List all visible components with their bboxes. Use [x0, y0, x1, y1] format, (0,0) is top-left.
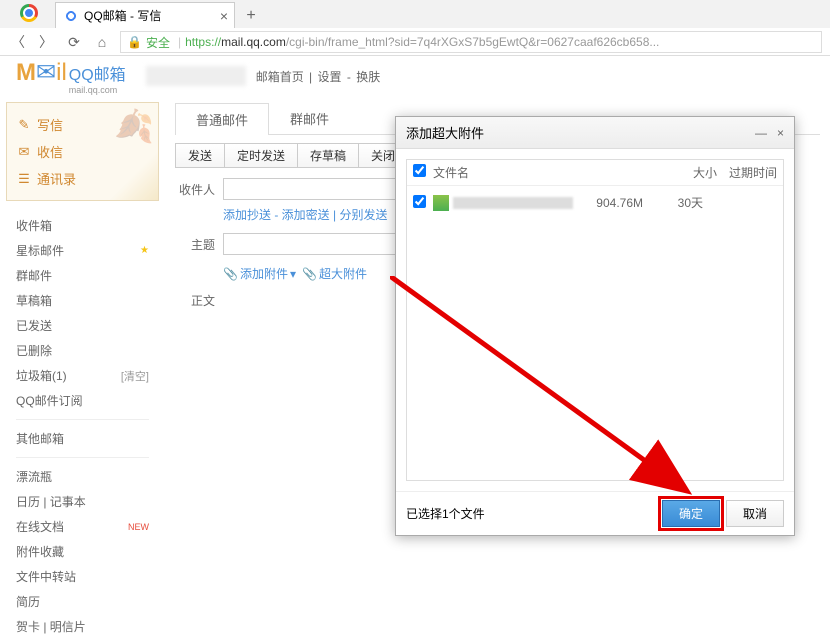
close-icon[interactable]: ×: [777, 126, 784, 140]
tool-resume[interactable]: 简历: [16, 589, 149, 614]
file-row[interactable]: 904.76M 30天: [407, 186, 783, 219]
folder-spam[interactable]: 垃圾箱(1)[清空]: [16, 363, 149, 388]
new-tab-button[interactable]: +: [239, 4, 263, 28]
minimize-icon[interactable]: —: [755, 126, 767, 140]
folder-group[interactable]: 群邮件: [16, 263, 149, 288]
tool-docs[interactable]: 在线文档NEW: [16, 514, 149, 539]
sidebar: 🍂 ✎写信 ✉收信 ☰通讯录 收件箱 星标邮件★ 群邮件 草稿箱 已发送 已删除…: [0, 96, 165, 544]
url-bar[interactable]: 🔒 安全 | https://mail.qq.com/cgi-bin/frame…: [120, 31, 822, 53]
paperclip-icon: 📎: [302, 267, 317, 281]
link-settings[interactable]: 设置: [318, 70, 342, 84]
recipient-label: 收件人: [175, 181, 215, 198]
file-size: 904.76M: [573, 196, 643, 210]
sidebar-primary: 🍂 ✎写信 ✉收信 ☰通讯录: [6, 102, 159, 201]
folder-drafts[interactable]: 草稿箱: [16, 288, 149, 313]
dialog-footer: 已选择1个文件 确定 取消: [396, 491, 794, 535]
user-info-redacted: [146, 66, 246, 86]
dialog-body: 文件名 大小 过期时间 904.76M 30天: [396, 149, 794, 491]
folder-subscribe[interactable]: QQ邮件订阅: [16, 388, 149, 413]
forward-icon[interactable]: 〉: [36, 32, 56, 52]
paperclip-icon: 📎: [223, 267, 238, 281]
nav-bar: 〈 〉 ⟳ ⌂ 🔒 安全 | https://mail.qq.com/cgi-b…: [0, 28, 830, 56]
app-header: M✉il QQ邮箱 mail.qq.com 邮箱首页 | 设置 - 换肤: [0, 56, 830, 96]
list-icon: ☰: [17, 172, 31, 186]
tab-group-mail[interactable]: 群邮件: [269, 102, 350, 134]
tool-calendar[interactable]: 日历 | 记事本: [16, 489, 149, 514]
tab-title: QQ邮箱 - 写信: [84, 7, 161, 24]
col-expire: 过期时间: [717, 164, 777, 181]
select-all-checkbox[interactable]: [413, 164, 426, 177]
file-thumbnail-icon: [433, 195, 449, 211]
mail-logo[interactable]: M✉il QQ邮箱 mail.qq.com: [16, 58, 126, 95]
pencil-icon: ✎: [17, 118, 31, 132]
file-expire: 30天: [643, 194, 703, 211]
browser-tab[interactable]: QQ邮箱 - 写信 ×: [55, 2, 235, 28]
schedule-button[interactable]: 定时发送: [225, 143, 298, 168]
folder-deleted[interactable]: 已删除: [16, 338, 149, 363]
url-protocol: https://: [185, 35, 221, 49]
dialog-title-text: 添加超大附件: [406, 123, 484, 142]
folder-sent[interactable]: 已发送: [16, 313, 149, 338]
selected-count: 已选择1个文件: [406, 505, 485, 522]
tool-cards[interactable]: 贺卡 | 明信片: [16, 614, 149, 639]
clear-link[interactable]: [清空]: [121, 368, 149, 384]
tool-attachments[interactable]: 附件收藏: [16, 539, 149, 564]
file-name-redacted: [453, 197, 573, 209]
chrome-icon: [20, 4, 38, 22]
reload-icon[interactable]: ⟳: [64, 32, 84, 52]
home-icon[interactable]: ⌂: [92, 32, 112, 52]
ok-button[interactable]: 确定: [662, 500, 720, 527]
file-list-header: 文件名 大小 过期时间: [407, 160, 783, 186]
qq-favicon: [64, 9, 78, 23]
sidebar-folders: 收件箱 星标邮件★ 群邮件 草稿箱 已发送 已删除 垃圾箱(1)[清空] QQ邮…: [6, 209, 159, 643]
folder-inbox[interactable]: 收件箱: [16, 213, 149, 238]
sidebar-contacts[interactable]: ☰通讯录: [17, 165, 148, 192]
envelope-icon: ✉: [17, 145, 31, 159]
tab-bar: QQ邮箱 - 写信 × +: [0, 0, 830, 28]
file-checkbox[interactable]: [413, 195, 426, 208]
star-icon: ★: [140, 245, 149, 256]
col-filename: 文件名: [433, 164, 647, 181]
lock-icon: 🔒: [127, 35, 142, 49]
add-attachment-link[interactable]: 📎添加附件 ▾: [223, 265, 296, 282]
col-size: 大小: [647, 164, 717, 181]
folder-starred[interactable]: 星标邮件★: [16, 238, 149, 263]
logo-sub: mail.qq.com: [69, 85, 126, 95]
link-home[interactable]: 邮箱首页: [256, 70, 304, 84]
url-domain: mail.qq.com: [221, 35, 286, 49]
tool-bottle[interactable]: 漂流瓶: [16, 464, 149, 489]
large-attachment-link[interactable]: 📎超大附件: [302, 265, 367, 282]
body-label: 正文: [175, 292, 215, 309]
cancel-button[interactable]: 取消: [726, 500, 784, 527]
header-links: 邮箱首页 | 设置 - 换肤: [254, 68, 383, 85]
tab-normal-mail[interactable]: 普通邮件: [175, 103, 269, 135]
subject-label: 主题: [175, 236, 215, 253]
large-attachment-dialog: 添加超大附件 — × 文件名 大小 过期时间 904.76M 30天 已选择1个…: [395, 116, 795, 536]
browser-chrome: QQ邮箱 - 写信 × + 〈 〉 ⟳ ⌂ 🔒 安全 | https://mai…: [0, 0, 830, 56]
secure-label: 安全: [146, 34, 170, 51]
close-icon[interactable]: ×: [220, 8, 228, 24]
dialog-titlebar[interactable]: 添加超大附件 — ×: [396, 117, 794, 149]
logo-brand: QQ邮箱: [69, 67, 126, 84]
link-skin[interactable]: 换肤: [356, 70, 380, 84]
new-badge: NEW: [128, 522, 149, 532]
draft-button[interactable]: 存草稿: [298, 143, 359, 168]
tool-filestation[interactable]: 文件中转站: [16, 564, 149, 589]
send-button[interactable]: 发送: [175, 143, 225, 168]
url-path: /cgi-bin/frame_html?sid=7q4rXGxS7b5gEwtQ…: [286, 35, 660, 49]
leaf-decoration-icon: 🍂: [114, 107, 154, 145]
other-mailbox-header[interactable]: 其他邮箱: [16, 426, 149, 451]
back-icon[interactable]: 〈: [8, 32, 28, 52]
file-list: 文件名 大小 过期时间 904.76M 30天: [406, 159, 784, 481]
